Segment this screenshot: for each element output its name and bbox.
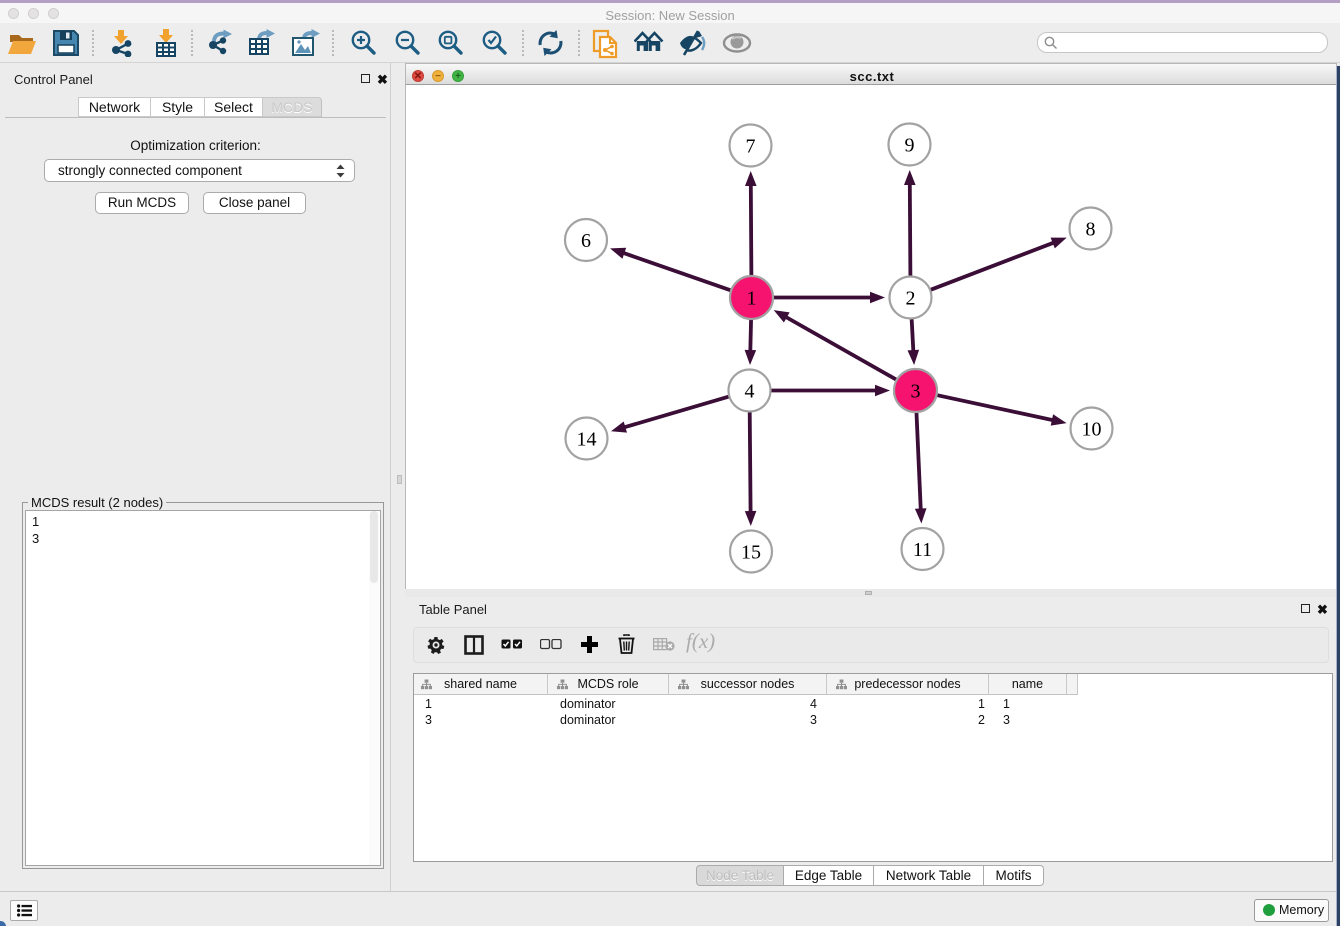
svg-text:14: 14 xyxy=(577,429,597,451)
svg-text:1: 1 xyxy=(747,288,757,310)
svg-text:8: 8 xyxy=(1086,219,1096,241)
svg-text:15: 15 xyxy=(741,542,761,564)
svg-text:7: 7 xyxy=(746,136,756,158)
svg-text:2: 2 xyxy=(906,288,916,310)
svg-text:6: 6 xyxy=(581,230,591,252)
svg-text:9: 9 xyxy=(905,135,915,157)
svg-text:10: 10 xyxy=(1082,419,1102,441)
svg-text:11: 11 xyxy=(913,539,932,561)
svg-text:3: 3 xyxy=(911,381,921,403)
svg-text:4: 4 xyxy=(745,381,755,403)
